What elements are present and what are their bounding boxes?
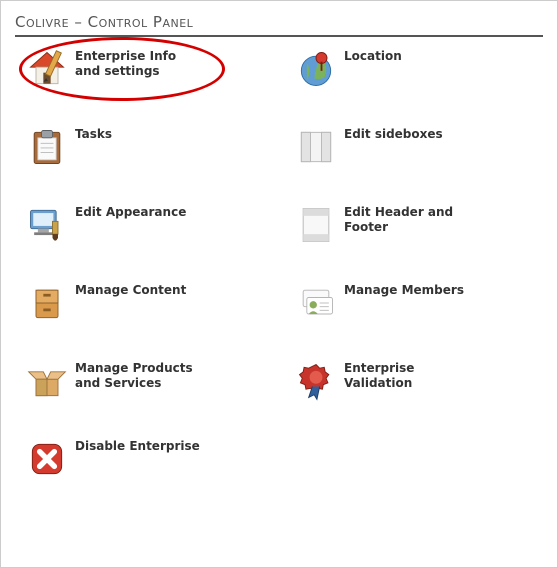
item-enterprise-validation[interactable]: Enterprise Validation (294, 359, 543, 403)
home-edit-icon (25, 47, 69, 91)
columns-icon (294, 125, 338, 169)
item-disable-enterprise[interactable]: Disable Enterprise (25, 437, 274, 481)
id-cards-icon (294, 281, 338, 325)
item-label: Tasks (75, 125, 112, 142)
item-manage-members[interactable]: Manage Members (294, 281, 543, 325)
control-panel: Colivre – Control Panel Enterprise Info … (0, 0, 558, 568)
item-label: Manage Products and Services (75, 359, 205, 391)
item-label: Edit Appearance (75, 203, 186, 220)
item-manage-content[interactable]: Manage Content (25, 281, 274, 325)
seal-ribbon-icon (294, 359, 338, 403)
page-title: Colivre – Control Panel (15, 11, 543, 37)
drawer-icon (25, 281, 69, 325)
item-enterprise-info[interactable]: Enterprise Info and settings (25, 47, 274, 91)
globe-pin-icon (294, 47, 338, 91)
item-label: Manage Members (344, 281, 464, 298)
item-label: Disable Enterprise (75, 437, 200, 454)
clipboard-icon (25, 125, 69, 169)
item-location[interactable]: Location (294, 47, 543, 91)
monitor-brush-icon (25, 203, 69, 247)
item-appearance[interactable]: Edit Appearance (25, 203, 274, 247)
item-header-footer[interactable]: Edit Header and Footer (294, 203, 543, 247)
item-label: Edit Header and Footer (344, 203, 474, 235)
item-label: Enterprise Validation (344, 359, 474, 391)
item-label: Location (344, 47, 402, 64)
item-sideboxes[interactable]: Edit sideboxes (294, 125, 543, 169)
page-bands-icon (294, 203, 338, 247)
item-manage-products[interactable]: Manage Products and Services (25, 359, 274, 403)
control-panel-grid: Enterprise Info and settings Location (15, 37, 543, 481)
item-label: Enterprise Info and settings (75, 47, 205, 79)
item-tasks[interactable]: Tasks (25, 125, 274, 169)
item-label: Edit sideboxes (344, 125, 443, 142)
item-label: Manage Content (75, 281, 186, 298)
close-x-icon (25, 437, 69, 481)
open-box-icon (25, 359, 69, 403)
